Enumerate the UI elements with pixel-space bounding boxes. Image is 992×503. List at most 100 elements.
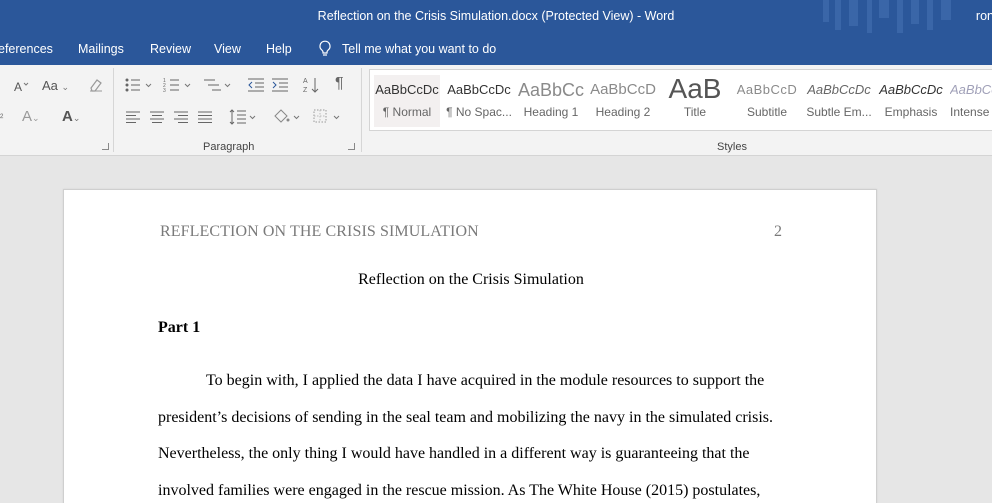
style-preview: AaBbCc: [518, 80, 584, 100]
title-bar: Reflection on the Crisis Simulation.docx…: [0, 0, 992, 33]
style-subtle-emphasis[interactable]: AaBbCcDc Subtle Em...: [806, 75, 872, 127]
increase-indent-button[interactable]: [271, 77, 289, 93]
window-title: Reflection on the Crisis Simulation.docx…: [317, 9, 675, 23]
tell-me-placeholder: Tell me what you want to do: [342, 41, 497, 56]
shrink-font-icon: A: [14, 80, 29, 93]
font-color-button[interactable]: A⌄: [62, 109, 80, 126]
justify-button[interactable]: [197, 110, 213, 124]
style-name: ¶ Normal: [382, 105, 432, 119]
document-title: Reflection on the Crisis Simulation: [358, 271, 584, 288]
paragraph-line: involved families were engaged in the re…: [158, 481, 761, 499]
ribbon-tabs: eferences Mailings Review View Help Tell…: [0, 33, 992, 65]
styles-group-label: Styles: [717, 141, 747, 153]
paragraph-line: president’s decisions of sending in the …: [158, 408, 773, 426]
lightbulb-icon: [319, 40, 331, 56]
text-effects-icon: A: [22, 108, 33, 125]
style-emphasis[interactable]: AaBbCcDc Emphasis: [878, 75, 944, 127]
ribbon: A Aa ⌄ ² A⌄ A⌄ 1 2 3 A Z ¶ Paragraph AaB…: [0, 65, 992, 156]
style-name: Subtle Em...: [806, 105, 872, 119]
tab-mailings[interactable]: Mailings: [78, 42, 124, 56]
style-no-spacing[interactable]: AaBbCcDc ¶ No Spac...: [446, 75, 512, 127]
align-left-button[interactable]: [125, 110, 141, 124]
borders-button[interactable]: [312, 108, 342, 126]
superscript-icon: ²: [0, 113, 4, 124]
tab-references[interactable]: eferences: [0, 42, 53, 56]
shrink-font-glyph: A: [14, 80, 22, 93]
line-spacing-button[interactable]: [228, 108, 258, 126]
line-spacing-icon: [229, 109, 256, 125]
align-left-icon: [126, 111, 140, 123]
style-preview: AaBbCcD: [736, 82, 798, 97]
style-preview: AaBbCcD: [590, 81, 656, 98]
style-preview: AaBbCcDc: [807, 82, 871, 97]
paragraph-group-label: Paragraph: [203, 141, 255, 153]
style-preview: AaBbCcDc: [447, 82, 511, 97]
numbered-list-icon: 1 2 3: [163, 78, 191, 93]
tab-help[interactable]: Help: [266, 42, 292, 56]
paint-bucket-icon: [274, 109, 300, 123]
decrease-indent-icon: [248, 78, 264, 92]
tell-me-search[interactable]: Tell me what you want to do: [318, 40, 496, 57]
styles-gallery: AaBbCcDc ¶ Normal AaBbCcDc ¶ No Spac... …: [369, 69, 992, 131]
svg-text:Z: Z: [303, 87, 308, 94]
font-size-dropdown[interactable]: A: [0, 79, 30, 93]
eraser-icon: [90, 79, 102, 92]
running-head: REFLECTION ON THE CRISIS SIMULATION: [160, 223, 479, 240]
style-normal[interactable]: AaBbCcDc ¶ Normal: [374, 75, 440, 127]
justify-icon: [198, 111, 212, 123]
numbering-button[interactable]: 1 2 3: [163, 77, 193, 93]
svg-text:A: A: [303, 78, 308, 85]
superscript-button[interactable]: ²: [0, 111, 3, 127]
borders-icon: [313, 109, 340, 123]
paragraph-line: Nevertheless, the only thing I would hav…: [158, 445, 750, 462]
shading-button[interactable]: [272, 108, 302, 126]
style-name: Intense: [950, 105, 990, 119]
decrease-indent-button[interactable]: [247, 77, 265, 93]
align-right-button[interactable]: [173, 110, 189, 124]
tab-view[interactable]: View: [214, 42, 241, 56]
style-name: Subtitle: [746, 105, 788, 119]
paragraph-group-launcher[interactable]: [348, 143, 355, 150]
sort-icon: AZ: [303, 78, 319, 94]
style-subtitle[interactable]: AaBbCcD Subtitle: [734, 75, 800, 127]
increase-indent-icon: [272, 78, 288, 92]
align-right-icon: [174, 111, 188, 123]
paragraph-line: To begin with, I applied the data I have…: [206, 372, 765, 389]
change-case-label: Aa: [42, 78, 58, 93]
tab-review[interactable]: Review: [150, 42, 191, 56]
page-number: 2: [774, 223, 782, 240]
svg-text:3: 3: [163, 88, 166, 93]
sort-button[interactable]: AZ: [303, 76, 319, 94]
style-preview: AaBbCcDc: [879, 82, 943, 97]
bullet-list-icon: [125, 78, 152, 92]
style-preview: AaBbCcDc: [375, 82, 439, 97]
style-heading-2[interactable]: AaBbCcD Heading 2: [590, 75, 656, 127]
font-color-icon: A: [62, 108, 73, 125]
section-heading: Part 1: [158, 319, 201, 336]
show-formatting-button[interactable]: ¶: [335, 76, 344, 92]
multilevel-list-icon: [204, 79, 231, 91]
text-effects-button[interactable]: A⌄: [22, 109, 40, 126]
style-name: Emphasis: [884, 105, 938, 119]
style-name: ¶ No Spac...: [446, 105, 512, 119]
style-heading-1[interactable]: AaBbCc Heading 1: [518, 75, 584, 127]
multilevel-list-button[interactable]: [203, 77, 233, 93]
ribbon-separator: [361, 68, 362, 152]
style-title[interactable]: AaB Title: [662, 75, 728, 127]
chevron-down-icon: ⌄: [61, 82, 70, 92]
document-page[interactable]: REFLECTION ON THE CRISIS SIMULATION 2 Re…: [63, 189, 877, 503]
body-paragraph: To begin with, I applied the data I have…: [158, 363, 798, 503]
style-preview: AaBbCc: [950, 82, 992, 97]
bullets-button[interactable]: [124, 77, 154, 93]
style-name: Heading 2: [595, 105, 651, 119]
style-name: Title: [683, 105, 707, 119]
style-name: Heading 1: [523, 105, 579, 119]
style-preview: AaB: [668, 75, 722, 104]
align-center-button[interactable]: [149, 110, 165, 124]
change-case-button[interactable]: Aa ⌄: [42, 78, 69, 95]
user-name[interactable]: ron: [976, 9, 992, 23]
font-group-launcher[interactable]: [102, 143, 109, 150]
ribbon-separator: [113, 68, 114, 152]
clear-formatting-button[interactable]: [88, 77, 104, 93]
style-intense-emphasis[interactable]: AaBbCc Intense: [950, 75, 992, 127]
